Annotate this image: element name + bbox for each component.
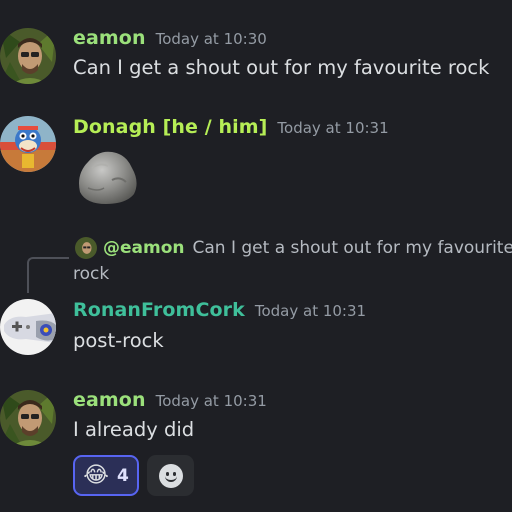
reply-mention[interactable]: @eamon	[103, 238, 185, 258]
username[interactable]: eamon	[73, 27, 146, 49]
cartoon-avatar-icon	[0, 116, 56, 172]
timestamp: Today at 10:31	[155, 392, 267, 410]
rock-image[interactable]	[74, 144, 140, 206]
jungle-man-avatar-icon	[0, 390, 56, 446]
add-reaction-icon	[158, 463, 183, 488]
message-text: post-rock	[73, 329, 164, 352]
laughing-emoji-icon: 😂	[83, 462, 109, 488]
timestamp: Today at 10:30	[155, 30, 267, 48]
jungle-man-avatar-icon	[75, 237, 97, 259]
controller-avatar-icon	[0, 299, 56, 355]
reaction-button[interactable]: 😂 4	[73, 455, 139, 496]
username[interactable]: eamon	[73, 389, 146, 411]
avatar[interactable]	[0, 299, 56, 355]
avatar[interactable]	[0, 116, 56, 172]
reply-preview[interactable]: @eamon Can I get a shout out for my favo…	[75, 237, 512, 259]
rock-icon	[79, 151, 137, 204]
jungle-man-avatar-icon	[0, 28, 56, 84]
add-reaction-button[interactable]	[147, 455, 194, 496]
reaction-bar: 😂 4	[73, 455, 194, 496]
timestamp: Today at 10:31	[254, 302, 367, 320]
chat-message-list: eamon Today at 10:30 Can I get a shout o…	[0, 0, 512, 512]
reply-connector	[27, 257, 69, 293]
avatar[interactable]	[0, 28, 56, 84]
reply-text-continued: rock	[73, 264, 110, 284]
reply-text: Can I get a shout out for my favourite	[192, 238, 512, 258]
message-text: Can I get a shout out for my favourite r…	[73, 56, 490, 79]
username[interactable]: Donagh [he / him]	[73, 116, 267, 138]
avatar[interactable]	[0, 390, 56, 446]
timestamp: Today at 10:31	[277, 119, 389, 137]
message-text: I already did	[73, 418, 195, 441]
username[interactable]: RonanFromCork	[73, 299, 245, 321]
reply-avatar	[75, 237, 97, 259]
reaction-count: 4	[116, 465, 129, 486]
